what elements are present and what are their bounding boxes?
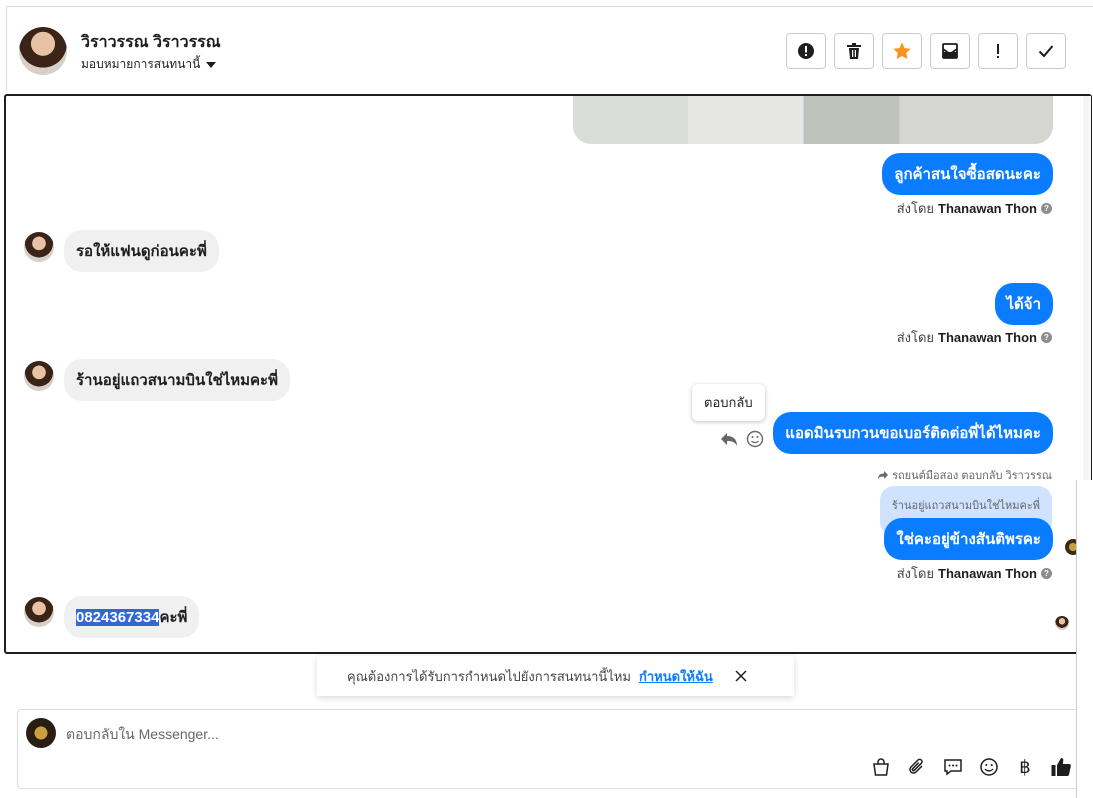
thumbs-up-icon[interactable] bbox=[1050, 756, 1072, 778]
sent-by-line: ส่งโดย Thanawan Thon ? bbox=[897, 198, 1052, 219]
outgoing-message[interactable]: ลูกค้าสนใจซื้อสดนะคะ bbox=[882, 153, 1053, 195]
assign-label: มอบหมายการสนทนานี้ bbox=[81, 57, 201, 71]
contact-avatar-small[interactable] bbox=[24, 597, 54, 627]
shopping-bag-icon[interactable] bbox=[870, 756, 892, 778]
message-text: คะพี่ bbox=[159, 609, 188, 626]
reply-meta-text: รถยนต์มือสอง ตอบกลับ วิราวรรณ bbox=[892, 470, 1052, 482]
contact-name[interactable]: วิราวรรณ วิราวรรณ bbox=[81, 30, 221, 55]
reply-arrow-icon bbox=[878, 471, 889, 480]
assign-to-me-link[interactable]: กำหนดให้ฉัน bbox=[639, 666, 713, 687]
contact-avatar[interactable] bbox=[19, 27, 67, 75]
outgoing-message[interactable]: แอดมินรบกวนขอเบอร์ติดต่อพี่ได้ไหมคะ bbox=[773, 412, 1053, 454]
outgoing-message[interactable]: ได้จ้า bbox=[994, 283, 1053, 325]
sent-by-name: Thanawan Thon bbox=[938, 566, 1037, 581]
paperclip-icon[interactable] bbox=[906, 756, 928, 778]
exclamation-icon bbox=[997, 44, 999, 58]
suggestion-text: คุณต้องการได้รับการกำหนดไปยังการสนทนานี้… bbox=[347, 668, 631, 684]
reply-input[interactable]: ตอบกลับใน Messenger... bbox=[66, 724, 219, 746]
incoming-message[interactable]: รอให้แฟนดูก่อนคะพี่ bbox=[64, 230, 219, 272]
reply-tooltip: ตอบกลับ bbox=[692, 384, 765, 421]
assign-suggestion-banner: คุณต้องการได้รับการกำหนดไปยังการสนทนานี้… bbox=[317, 656, 794, 696]
delete-button[interactable] bbox=[834, 33, 874, 69]
star-icon bbox=[893, 42, 911, 59]
conversation-header: วิราวรรณ วิราวรรณ มอบหมายการสนทนานี้ bbox=[6, 6, 1093, 90]
baht-icon[interactable]: ฿ bbox=[1014, 756, 1036, 778]
trash-icon bbox=[847, 43, 861, 59]
help-icon[interactable]: ? bbox=[1041, 203, 1052, 214]
caret-down-icon bbox=[206, 61, 217, 68]
help-icon[interactable]: ? bbox=[1041, 332, 1052, 343]
reply-meta: รถยนต์มือสอง ตอบกลับ วิราวรรณ bbox=[877, 466, 1052, 484]
page-avatar bbox=[26, 718, 56, 748]
selected-phone-number[interactable]: 0824367334 bbox=[76, 609, 160, 626]
emoji-icon[interactable] bbox=[978, 756, 1000, 778]
sent-by-line: ส่งโดย Thanawan Thon ? bbox=[897, 563, 1052, 584]
alert-circle-icon bbox=[798, 43, 814, 59]
assign-conversation-dropdown[interactable]: มอบหมายการสนทนานี้ bbox=[81, 55, 217, 74]
envelope-icon bbox=[942, 43, 958, 59]
sent-by-line: ส่งโดย Thanawan Thon ? bbox=[897, 327, 1052, 348]
sent-by-label: ส่งโดย bbox=[896, 566, 935, 581]
incoming-message[interactable]: ร้านอยู่แถวสนามบินใช่ไหมคะพี่ bbox=[64, 359, 291, 401]
seen-avatar bbox=[1055, 616, 1069, 630]
incoming-message[interactable]: 0824367334คะพี่ bbox=[64, 596, 200, 638]
outgoing-message[interactable]: ใช่คะอยู่ข้างสันติพรคะ bbox=[884, 518, 1053, 560]
side-panel-edge bbox=[1076, 480, 1093, 798]
image-attachment[interactable] bbox=[573, 96, 1053, 144]
reply-icon[interactable] bbox=[720, 431, 738, 447]
message-composer: ตอบกลับใน Messenger... ฿ bbox=[17, 709, 1081, 789]
composer-toolbar: ฿ bbox=[870, 756, 1072, 778]
messenger-inbox-page: วิราวรรณ วิราวรรณ มอบหมายการสนทนานี้ ลูก… bbox=[0, 0, 1093, 798]
contact-avatar-small[interactable] bbox=[24, 232, 54, 262]
help-icon[interactable]: ? bbox=[1041, 568, 1052, 579]
close-icon[interactable] bbox=[735, 670, 747, 682]
follow-up-button[interactable] bbox=[978, 33, 1018, 69]
saved-reply-icon[interactable] bbox=[942, 756, 964, 778]
sent-by-label: ส่งโดย bbox=[896, 330, 935, 345]
sent-by-name: Thanawan Thon bbox=[938, 330, 1037, 345]
react-emoji-icon[interactable] bbox=[746, 430, 764, 448]
sent-by-name: Thanawan Thon bbox=[938, 201, 1037, 216]
conversation-toolbar bbox=[786, 33, 1066, 69]
sent-by-label: ส่งโดย bbox=[896, 201, 935, 216]
contact-avatar-small[interactable] bbox=[24, 361, 54, 391]
mark-unread-button[interactable] bbox=[930, 33, 970, 69]
mark-spam-button[interactable] bbox=[786, 33, 826, 69]
message-hover-actions bbox=[720, 430, 764, 448]
check-icon bbox=[1038, 45, 1054, 58]
star-button[interactable] bbox=[882, 33, 922, 69]
mark-done-button[interactable] bbox=[1026, 33, 1066, 69]
message-thread[interactable]: ลูกค้าสนใจซื้อสดนะคะ ส่งโดย Thanawan Tho… bbox=[4, 94, 1092, 654]
